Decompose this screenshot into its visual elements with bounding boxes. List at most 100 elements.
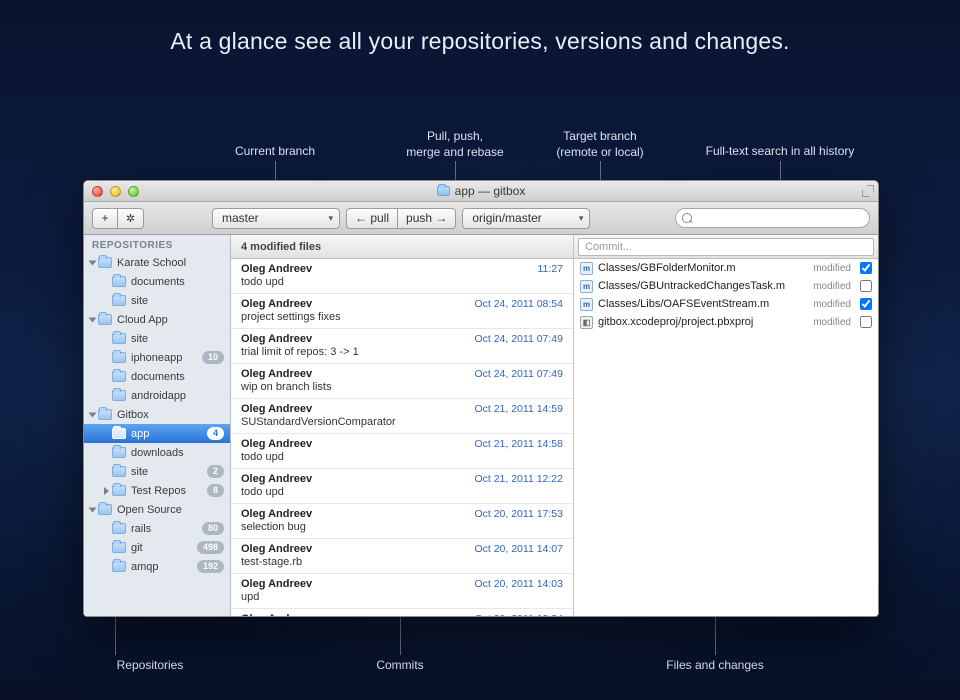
callout-pull-push: Pull, push, merge and rebase <box>395 128 515 160</box>
commit-row[interactable]: Oleg Andreevwip on branch listsOct 24, 2… <box>231 364 573 399</box>
file-row[interactable]: mClasses/GBFolderMonitor.mmodified <box>574 259 878 277</box>
sidebar-item[interactable]: site2 <box>84 462 230 481</box>
callout-commits: Commits <box>350 657 450 673</box>
folder-icon <box>112 390 126 401</box>
sidebar-item-label: downloads <box>131 447 224 459</box>
fullscreen-icon[interactable] <box>862 185 874 197</box>
sidebar-item[interactable]: Test Repos8 <box>84 481 230 500</box>
count-badge: 8 <box>207 484 224 497</box>
sidebar-item[interactable]: documents <box>84 272 230 291</box>
disclosure-icon[interactable] <box>89 317 97 322</box>
settings-button[interactable]: ✲ <box>118 208 144 229</box>
pull-button[interactable]: ← pull <box>346 208 398 229</box>
commit-row[interactable]: Oleg Andreevtodo updOct 21, 2011 12:22 <box>231 469 573 504</box>
commit-message: wip on branch lists <box>241 381 563 393</box>
target-branch-select[interactable]: origin/master <box>462 208 590 229</box>
sidebar-header: REPOSITORIES <box>84 235 230 253</box>
folder-icon <box>98 314 112 325</box>
commit-message: test-stage.rb <box>241 556 563 568</box>
sidebar-item[interactable]: iphoneapp10 <box>84 348 230 367</box>
sidebar-group[interactable]: Open Source <box>84 500 230 519</box>
sidebar-item-label: Test Repos <box>131 485 207 497</box>
file-state: modified <box>813 281 851 292</box>
disclosure-icon[interactable] <box>104 487 109 495</box>
disclosure-icon[interactable] <box>89 260 97 265</box>
commit-message: todo upd <box>241 451 563 463</box>
disclosure-icon[interactable] <box>89 412 97 417</box>
commit-author: Oleg Andreev <box>241 263 563 275</box>
file-icon: m <box>580 280 593 293</box>
stage-checkbox[interactable] <box>860 262 872 274</box>
commit-row[interactable]: Oleg Andreevtest-stage.rbOct 20, 2011 14… <box>231 539 573 574</box>
folder-icon <box>112 352 126 363</box>
commit-row[interactable]: Oleg Andreevtodo upd11:27 <box>231 259 573 294</box>
sidebar-group[interactable]: Gitbox <box>84 405 230 424</box>
commit-row[interactable]: Oleg AndreevupdOct 20, 2011 14:03 <box>231 574 573 609</box>
count-badge: 2 <box>207 465 224 478</box>
count-badge: 80 <box>202 522 224 535</box>
file-icon: ◧ <box>580 316 593 329</box>
window-title: app — gitbox <box>84 184 878 198</box>
add-button[interactable]: + <box>92 208 118 229</box>
sidebar-item-label: app <box>131 428 207 440</box>
sidebar-item[interactable]: documents <box>84 367 230 386</box>
sidebar-item-label: rails <box>131 523 202 535</box>
sidebar-item[interactable]: downloads <box>84 443 230 462</box>
commit-time: Oct 21, 2011 14:59 <box>474 403 563 415</box>
sidebar-item-label: androidapp <box>131 390 224 402</box>
sidebar-item[interactable]: app4 <box>84 424 230 443</box>
sidebar-item[interactable]: androidapp <box>84 386 230 405</box>
search-input[interactable] <box>675 208 870 228</box>
commit-message-input[interactable]: Commit... <box>578 238 874 256</box>
commit-row[interactable]: Oleg AndreevSUStandardVersionComparatorO… <box>231 399 573 434</box>
sidebar-item[interactable]: git498 <box>84 538 230 557</box>
stage-checkbox[interactable] <box>860 280 872 292</box>
sidebar-item-label: iphoneapp <box>131 352 202 364</box>
commit-row[interactable]: Oleg Andreevbranch listsOct 20, 2011 13:… <box>231 609 573 616</box>
commit-row[interactable]: Oleg Andreevproject settings fixesOct 24… <box>231 294 573 329</box>
commit-row[interactable]: Oleg Andreevtodo updOct 21, 2011 14:58 <box>231 434 573 469</box>
branch-select[interactable]: master <box>212 208 340 229</box>
sidebar-item-label: documents <box>131 371 224 383</box>
commit-time: Oct 24, 2011 07:49 <box>474 333 563 345</box>
commit-time: Oct 20, 2011 14:07 <box>474 543 563 555</box>
count-badge: 10 <box>202 351 224 364</box>
file-row[interactable]: ◧ gitbox.xcodeproj/project.pbxproj modifie… <box>574 313 878 331</box>
file-row[interactable]: mClasses/GBUntrackedChangesTask.mmodifie… <box>574 277 878 295</box>
sidebar-group[interactable]: Cloud App <box>84 310 230 329</box>
changes-panel: Commit... mClasses/GBFolderMonitor.mmodi… <box>574 235 878 616</box>
count-badge: 4 <box>207 427 224 440</box>
sidebar-item[interactable]: site <box>84 291 230 310</box>
commit-time: Oct 21, 2011 12:22 <box>474 473 563 485</box>
titlebar[interactable]: app — gitbox <box>84 181 878 202</box>
app-window: app — gitbox + ✲ master ← pull push → or… <box>83 180 879 617</box>
folder-icon <box>112 276 126 287</box>
commit-message: trial limit of repos: 3 -> 1 <box>241 346 563 358</box>
folder-icon <box>98 257 112 268</box>
file-row[interactable]: mClasses/Libs/OAFSEventStream.mmodified <box>574 295 878 313</box>
file-state: modified <box>813 317 851 328</box>
callout-repositories: Repositories <box>95 657 205 673</box>
commits-panel: 4 modified files Oleg Andreevtodo upd11:… <box>231 235 574 616</box>
sidebar-item[interactable]: site <box>84 329 230 348</box>
stage-checkbox[interactable] <box>860 298 872 310</box>
commit-row[interactable]: Oleg Andreevselection bugOct 20, 2011 17… <box>231 504 573 539</box>
disclosure-icon[interactable] <box>89 507 97 512</box>
sidebar-item-label: site <box>131 466 207 478</box>
commit-row[interactable]: Oleg Andreevtrial limit of repos: 3 -> 1… <box>231 329 573 364</box>
folder-icon <box>112 466 126 477</box>
push-button[interactable]: push → <box>398 208 456 229</box>
sidebar-group[interactable]: Karate School <box>84 253 230 272</box>
stage-checkbox[interactable] <box>860 316 872 328</box>
commit-time: Oct 24, 2011 07:49 <box>474 368 563 380</box>
sidebar-item[interactable]: rails80 <box>84 519 230 538</box>
sidebar-item-label: site <box>131 295 224 307</box>
commit-time: Oct 24, 2011 08:54 <box>474 298 563 310</box>
sidebar-group-label: Karate School <box>117 257 224 269</box>
sidebar-group-label: Cloud App <box>117 314 224 326</box>
folder-icon <box>112 523 126 534</box>
file-icon: m <box>580 262 593 275</box>
sidebar-item[interactable]: amqp192 <box>84 557 230 576</box>
folder-icon <box>112 542 126 553</box>
file-name: gitbox.xcodeproj/project.pbxproj <box>598 316 808 328</box>
